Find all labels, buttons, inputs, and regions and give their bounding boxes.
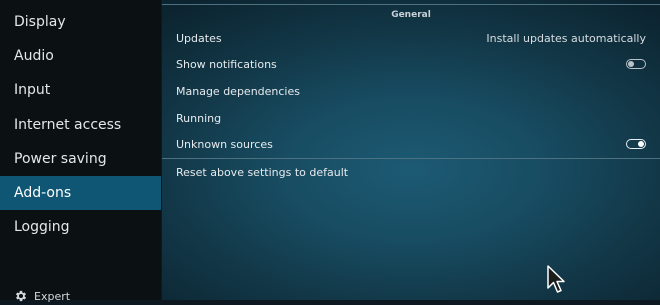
reset-settings-button[interactable]: Reset above settings to default xyxy=(162,159,660,185)
setting-updates[interactable]: Updates Install updates automatically xyxy=(162,25,660,51)
top-divider xyxy=(162,4,660,5)
setting-show-notifications[interactable]: Show notifications xyxy=(162,51,660,77)
setting-value: Install updates automatically xyxy=(486,31,646,45)
sidebar-item-internet-access[interactable]: Internet access xyxy=(0,108,161,142)
sidebar-item-power-saving[interactable]: Power saving xyxy=(0,142,161,176)
sidebar-item-audio[interactable]: Audio xyxy=(0,39,161,73)
sidebar-item-logging[interactable]: Logging xyxy=(0,210,161,244)
setting-unknown-sources[interactable]: Unknown sources xyxy=(162,131,660,157)
toggle-knob xyxy=(628,61,634,67)
sidebar-item-label: Input xyxy=(14,82,51,98)
group-title: General xyxy=(391,10,431,20)
sidebar: Display Audio Input Internet access Powe… xyxy=(0,0,161,303)
mouse-cursor-icon xyxy=(547,265,565,293)
toggle-knob xyxy=(638,141,644,147)
sidebar-item-label: Logging xyxy=(14,219,70,235)
setting-label: Updates xyxy=(176,31,222,45)
setting-label: Show notifications xyxy=(176,57,277,71)
setting-label: Unknown sources xyxy=(176,137,273,151)
sidebar-item-label: Internet access xyxy=(14,117,122,133)
reset-label: Reset above settings to default xyxy=(176,165,349,179)
settings-level-label: Expert xyxy=(34,289,71,303)
toggle-switch-off[interactable] xyxy=(626,59,646,69)
setting-running[interactable]: Running xyxy=(162,105,660,131)
gear-icon xyxy=(15,290,27,302)
setting-label: Running xyxy=(176,111,222,125)
sidebar-item-add-ons[interactable]: Add-ons xyxy=(0,176,161,210)
toggle-switch-on[interactable] xyxy=(626,139,646,149)
sidebar-item-label: Display xyxy=(14,14,66,30)
sidebar-item-input[interactable]: Input xyxy=(0,73,161,107)
sidebar-item-display[interactable]: Display xyxy=(0,5,161,39)
sidebar-item-label: Power saving xyxy=(14,151,107,167)
settings-level-button[interactable]: Expert xyxy=(14,287,70,305)
setting-label: Manage dependencies xyxy=(176,84,300,98)
setting-manage-dependencies[interactable]: Manage dependencies xyxy=(162,78,660,104)
sidebar-item-label: Audio xyxy=(14,48,54,64)
settings-panel: General Updates Install updates automati… xyxy=(162,0,660,300)
sidebar-item-label: Add-ons xyxy=(14,185,72,201)
